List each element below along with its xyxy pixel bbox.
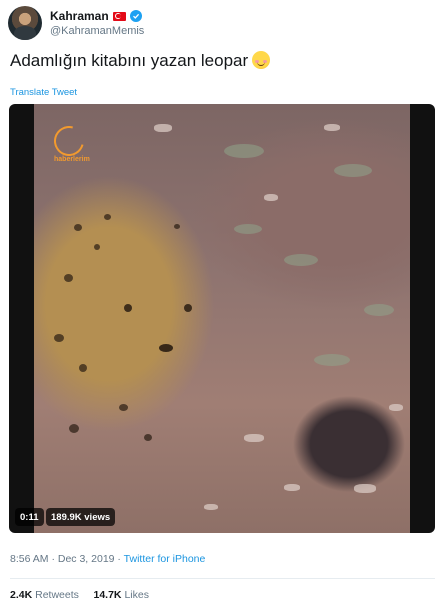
video-duration-badge: 0:11 — [15, 508, 44, 526]
video-player[interactable]: haberlerim 0:11 189.9K views — [9, 104, 435, 533]
tweet-stats: 2.4K Retweets 14.7K Likes — [10, 589, 149, 601]
video-views-badge: 189.9K views — [46, 508, 116, 526]
tweet-time[interactable]: 8:56 AM — [10, 553, 49, 565]
channel-watermark: haberlerim — [54, 156, 90, 163]
meta-separator: · — [114, 553, 124, 565]
retweets-label: Retweets — [35, 589, 79, 601]
divider — [10, 578, 435, 579]
tweet-meta: 8:56 AM · Dec 3, 2019 · Twitter for iPho… — [10, 553, 205, 565]
tweet-text-content: Adamlığın kitabını yazan leopar — [10, 51, 249, 70]
tweet-client-link[interactable]: Twitter for iPhone — [124, 553, 206, 565]
author-name-row: Kahraman — [50, 9, 142, 23]
tweet-text: Adamlığın kitabını yazan leopar — [10, 51, 271, 71]
likes-count: 14.7K — [93, 589, 122, 601]
tweet-date[interactable]: Dec 3, 2019 — [58, 553, 115, 565]
smiling-face-emoji-icon — [252, 51, 271, 69]
verified-badge-icon — [129, 10, 142, 22]
turkey-flag-icon — [112, 11, 126, 21]
likes-stat[interactable]: 14.7K Likes — [93, 589, 148, 601]
translate-tweet-link[interactable]: Translate Tweet — [10, 87, 77, 98]
avatar[interactable] — [8, 6, 42, 40]
tweet-card: Kahraman @KahramanMemis Adamlığın kitabı… — [0, 0, 445, 611]
author-handle[interactable]: @KahramanMemis — [50, 25, 144, 37]
author-display-name[interactable]: Kahraman — [50, 9, 109, 23]
retweets-count: 2.4K — [10, 589, 33, 601]
video-frame-leopard: haberlerim — [34, 104, 410, 533]
likes-label: Likes — [124, 589, 149, 601]
meta-separator: · — [48, 553, 58, 565]
retweets-stat[interactable]: 2.4K Retweets — [10, 589, 79, 601]
